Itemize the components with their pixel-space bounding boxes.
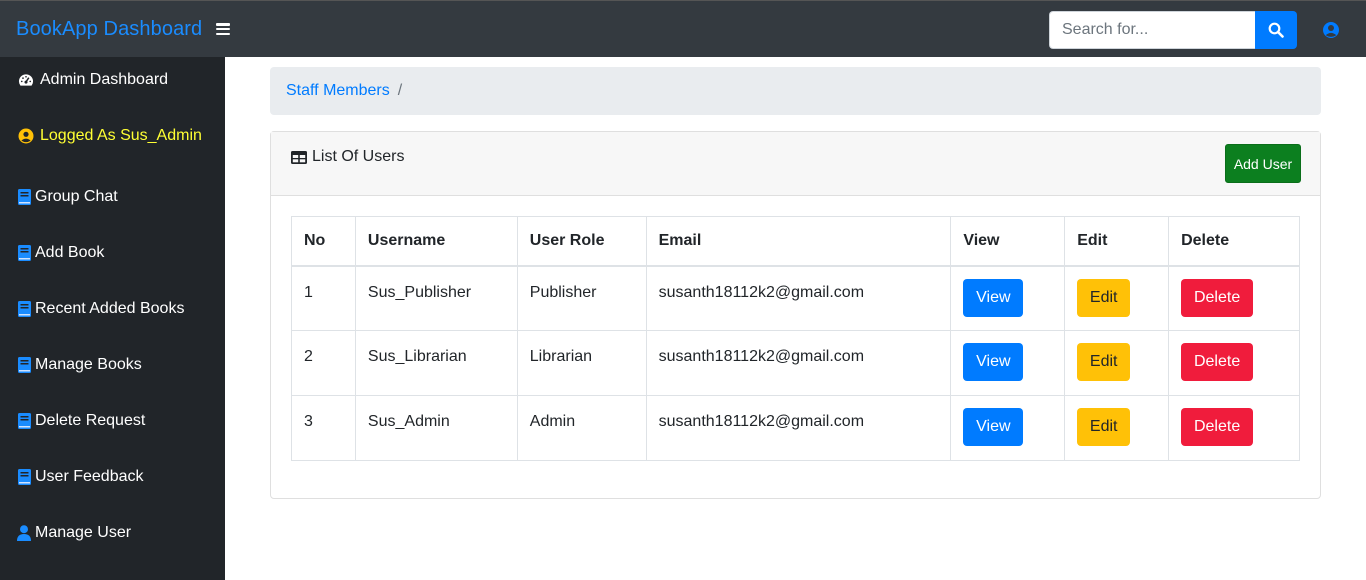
sidebar-item-user-feedback[interactable]: User Feedback	[0, 449, 225, 505]
delete-button[interactable]: Delete	[1181, 343, 1254, 381]
sidebar-item-recent-added-books[interactable]: Recent Added Books	[0, 281, 225, 337]
card-title: List Of Users	[291, 148, 404, 166]
book-icon	[16, 189, 32, 205]
delete-button[interactable]: Delete	[1181, 278, 1254, 317]
tachometer-icon	[18, 72, 34, 88]
cell-edit: Edit	[1064, 330, 1170, 396]
table-header-row: No Username User Role Email View Edit De…	[291, 216, 1300, 267]
book-icon	[16, 301, 32, 317]
breadcrumb-link-staff-members[interactable]: Staff Members	[286, 82, 390, 100]
search-button[interactable]	[1255, 11, 1297, 49]
sidebar-item-label: Group Chat	[35, 188, 118, 205]
column-header-user-role: User Role	[516, 216, 647, 267]
sidebar-item-label: Logged As Sus_Admin	[40, 127, 202, 144]
sidebar-item-label: Delete Request	[35, 412, 146, 429]
cell-delete: Delete	[1168, 395, 1300, 461]
card-title-text: List Of Users	[312, 148, 405, 165]
cell-user-role: Librarian	[516, 330, 647, 396]
sidebar-item-delete-request[interactable]: Delete Request	[0, 393, 225, 449]
column-header-no: No	[291, 216, 356, 267]
cell-edit: Edit	[1064, 265, 1170, 331]
sidebar-item-label: Manage Books	[35, 356, 142, 373]
cell-delete: Delete	[1168, 330, 1300, 396]
cell-email: susanth18112k2@gmail.com	[645, 395, 952, 461]
user-icon	[16, 525, 32, 541]
sidebar-item-group-chat[interactable]: Group Chat	[0, 169, 225, 225]
user-account-icon[interactable]	[1322, 21, 1340, 44]
sidebar-item-label: Admin Dashboard	[40, 71, 169, 88]
cell-no: 3	[291, 395, 356, 461]
menu-toggle-icon[interactable]	[216, 23, 231, 35]
book-icon	[16, 245, 32, 261]
edit-button[interactable]: Edit	[1077, 278, 1131, 317]
search-form	[1049, 11, 1297, 49]
sidebar: Admin Dashboard Logged As Sus_Admin Grou…	[0, 57, 225, 580]
cell-view: View	[950, 330, 1066, 396]
cell-edit: Edit	[1064, 395, 1170, 461]
cell-username: Sus_Admin	[354, 395, 518, 461]
user-circle-icon	[18, 128, 34, 144]
add-user-button[interactable]: Add User	[1225, 144, 1301, 183]
users-table: No Username User Role Email View Edit De…	[291, 216, 1300, 461]
sidebar-item-label: Add Book	[35, 244, 105, 261]
breadcrumb-separator: /	[397, 82, 403, 99]
delete-button[interactable]: Delete	[1181, 408, 1254, 446]
search-icon	[1268, 22, 1284, 38]
column-header-edit: Edit	[1064, 216, 1170, 267]
cell-email: susanth18112k2@gmail.com	[645, 265, 952, 331]
sidebar-item-manage-user[interactable]: Manage User	[0, 505, 225, 561]
sidebar-item-label: Manage User	[35, 524, 132, 541]
cell-email: susanth18112k2@gmail.com	[645, 330, 952, 396]
column-header-username: Username	[354, 216, 518, 267]
sidebar-item-label: Recent Added Books	[35, 300, 185, 317]
cell-delete: Delete	[1168, 265, 1300, 331]
column-header-delete: Delete	[1168, 216, 1300, 267]
sidebar-item-logged-user: Logged As Sus_Admin	[0, 103, 225, 169]
sidebar-item-label: User Feedback	[35, 468, 144, 485]
users-card: List Of Users Add User No Username User …	[270, 131, 1321, 499]
cell-username: Sus_Publisher	[354, 265, 518, 331]
cell-view: View	[950, 395, 1066, 461]
cell-user-role: Admin	[516, 395, 647, 461]
column-header-view: View	[950, 216, 1066, 267]
edit-button[interactable]: Edit	[1077, 408, 1131, 446]
book-icon	[16, 469, 32, 485]
search-input[interactable]	[1049, 11, 1255, 49]
table-row: 1 Sus_Publisher Publisher susanth18112k2…	[291, 265, 1300, 331]
cell-no: 2	[291, 330, 356, 396]
sidebar-item-admin-dashboard[interactable]: Admin Dashboard	[0, 57, 225, 103]
view-button[interactable]: View	[963, 343, 1024, 381]
card-header: List Of Users Add User	[271, 132, 1320, 196]
view-button[interactable]: View	[963, 278, 1024, 317]
edit-button[interactable]: Edit	[1077, 343, 1131, 381]
view-button[interactable]: View	[963, 408, 1024, 446]
table-row: 3 Sus_Admin Admin susanth18112k2@gmail.c…	[291, 395, 1300, 461]
app-title[interactable]: BookApp Dashboard	[16, 18, 202, 41]
top-navbar: BookApp Dashboard	[0, 0, 1366, 57]
breadcrumb: Staff Members /	[270, 67, 1321, 115]
book-icon	[16, 413, 32, 429]
cell-user-role: Publisher	[516, 265, 647, 331]
book-icon	[16, 357, 32, 373]
table-icon	[291, 150, 307, 164]
sidebar-item-manage-books[interactable]: Manage Books	[0, 337, 225, 393]
sidebar-item-add-book[interactable]: Add Book	[0, 225, 225, 281]
column-header-email: Email	[645, 216, 952, 267]
table-row: 2 Sus_Librarian Librarian susanth18112k2…	[291, 330, 1300, 396]
cell-view: View	[950, 265, 1066, 331]
cell-username: Sus_Librarian	[354, 330, 518, 396]
cell-no: 1	[291, 265, 356, 331]
